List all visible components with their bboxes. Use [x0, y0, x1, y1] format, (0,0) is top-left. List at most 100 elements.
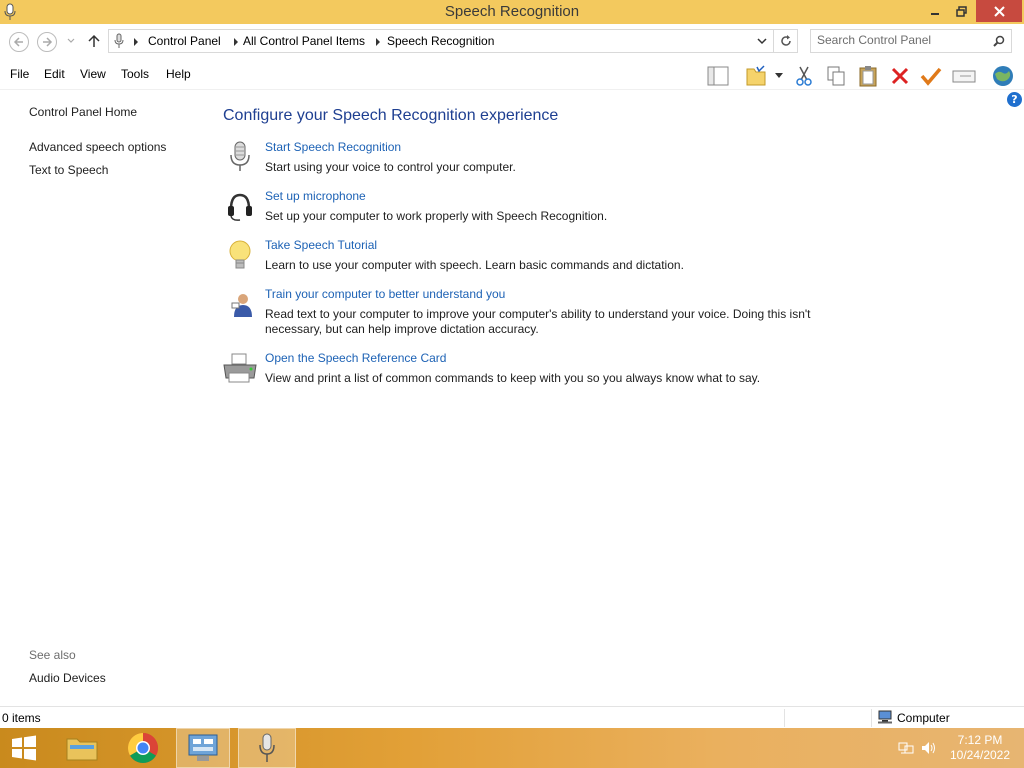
- system-clock[interactable]: 7:12 PM 10/24/2022: [940, 733, 1020, 763]
- search-input[interactable]: [817, 33, 987, 47]
- chevron-right-icon[interactable]: [133, 38, 139, 46]
- rename-icon: [952, 70, 976, 83]
- menu-help[interactable]: Help: [166, 67, 191, 81]
- address-row: Control Panel All Control Panel Items Sp…: [0, 24, 1024, 60]
- left-pane: Control Panel Home Advanced speech optio…: [0, 91, 210, 705]
- layout-pane-icon: [707, 66, 729, 86]
- restore-icon: [955, 5, 967, 17]
- refresh-button[interactable]: [774, 29, 798, 53]
- computer-icon: [878, 710, 892, 724]
- window-title: Speech Recognition: [444, 3, 580, 20]
- control-panel-home-link[interactable]: Control Panel Home: [29, 105, 137, 119]
- advanced-speech-options-link[interactable]: Advanced speech options: [29, 140, 166, 154]
- menu-edit[interactable]: Edit: [44, 67, 65, 81]
- back-button[interactable]: [9, 32, 29, 52]
- control-panel-taskbar-button[interactable]: [176, 728, 230, 768]
- item-count: 0 items: [2, 711, 41, 725]
- microphone-icon: [259, 733, 275, 762]
- audio-devices-link[interactable]: Audio Devices: [29, 671, 106, 685]
- search-box[interactable]: [810, 29, 1012, 53]
- page-heading: Configure your Speech Recognition experi…: [223, 107, 559, 124]
- breadcrumb-all-items[interactable]: All Control Panel Items: [243, 34, 365, 48]
- microphone-icon: [114, 33, 124, 48]
- chevron-down-icon[interactable]: [775, 73, 783, 79]
- chevron-right-icon[interactable]: [375, 38, 381, 46]
- clock-time: 7:12 PM: [957, 733, 1003, 747]
- task-speech-reference-card: Open the Speech Reference Card View and …: [222, 351, 822, 391]
- cut-button[interactable]: [791, 63, 817, 89]
- chevron-right-icon[interactable]: [233, 38, 239, 46]
- status-bar: 0 items Computer: [0, 706, 1024, 728]
- status-divider: [871, 709, 872, 727]
- globe-button[interactable]: [990, 63, 1016, 89]
- properties-check-icon: [920, 67, 942, 86]
- task-description: Start using your voice to control your c…: [265, 160, 516, 174]
- task-description: Set up your computer to work properly wi…: [265, 209, 608, 223]
- microphone-icon: [230, 141, 250, 171]
- volume-icon[interactable]: [921, 741, 937, 755]
- restore-button[interactable]: [948, 0, 974, 22]
- chevron-down-icon[interactable]: [757, 37, 767, 45]
- taskbar: 7:12 PM 10/24/2022: [0, 728, 1024, 768]
- minimize-button[interactable]: [922, 0, 948, 22]
- folder-options-button[interactable]: [743, 63, 769, 89]
- paste-button[interactable]: [855, 63, 881, 89]
- arrow-left-icon: [13, 37, 23, 47]
- cut-icon: [796, 66, 812, 86]
- layout-pane-button[interactable]: [705, 63, 731, 89]
- train-computer-link[interactable]: Train your computer to better understand…: [265, 287, 505, 301]
- start-speech-recognition-link[interactable]: Start Speech Recognition: [265, 140, 401, 154]
- task-set-up-microphone: Set up microphone Set up your computer t…: [222, 189, 822, 229]
- text-to-speech-link[interactable]: Text to Speech: [29, 163, 108, 177]
- clock-date: 10/24/2022: [949, 748, 1011, 762]
- delete-icon: [891, 67, 909, 85]
- menu-file[interactable]: File: [10, 67, 29, 81]
- user-training-icon: [231, 294, 252, 317]
- menu-bar: File Edit View Tools Help: [0, 60, 1024, 90]
- lightbulb-icon: [229, 240, 251, 269]
- address-bar[interactable]: Control Panel All Control Panel Items Sp…: [108, 29, 774, 53]
- recent-locations-chevron-icon[interactable]: [66, 37, 76, 45]
- paste-icon: [859, 66, 877, 87]
- breadcrumb-control-panel[interactable]: Control Panel: [148, 34, 221, 48]
- task-description: Learn to use your computer with speech. …: [265, 258, 684, 272]
- copy-button[interactable]: [823, 63, 849, 89]
- close-button[interactable]: [976, 0, 1022, 22]
- minimize-icon: [931, 13, 939, 15]
- folder-icon: [66, 738, 98, 761]
- folder-options-icon: [746, 65, 766, 86]
- search-icon[interactable]: [993, 35, 1005, 47]
- take-speech-tutorial-link[interactable]: Take Speech Tutorial: [265, 238, 377, 252]
- see-also-label: See also: [29, 648, 76, 662]
- globe-icon: [993, 66, 1013, 86]
- location-label: Computer: [897, 711, 950, 725]
- speech-reference-card-link[interactable]: Open the Speech Reference Card: [265, 351, 446, 365]
- file-explorer-taskbar-button[interactable]: [58, 728, 106, 768]
- start-button[interactable]: [0, 728, 48, 768]
- task-train-computer: Train your computer to better understand…: [222, 287, 822, 342]
- task-start-speech-recognition: Start Speech Recognition Start using you…: [222, 140, 822, 180]
- breadcrumb-speech-recognition[interactable]: Speech Recognition: [387, 34, 494, 48]
- up-arrow-icon[interactable]: [86, 33, 102, 49]
- task-description: Read text to your computer to improve yo…: [265, 307, 811, 336]
- arrow-right-icon: [43, 37, 53, 47]
- status-divider: [784, 709, 785, 727]
- title-bar: Speech Recognition: [0, 0, 1024, 24]
- delete-button[interactable]: [887, 63, 913, 89]
- network-icon[interactable]: [898, 741, 914, 755]
- chrome-icon: [127, 733, 159, 764]
- menu-tools[interactable]: Tools: [121, 67, 149, 81]
- forward-button[interactable]: [37, 32, 57, 52]
- task-description: View and print a list of common commands…: [265, 371, 761, 385]
- printer-icon: [223, 353, 257, 383]
- chrome-taskbar-button[interactable]: [118, 728, 168, 768]
- rename-button[interactable]: [951, 63, 977, 89]
- refresh-icon: [780, 35, 791, 46]
- help-icon[interactable]: ?: [1007, 92, 1022, 107]
- speech-recognition-taskbar-button[interactable]: [238, 728, 296, 768]
- menu-view[interactable]: View: [80, 67, 106, 81]
- properties-button[interactable]: [918, 63, 944, 89]
- set-up-microphone-link[interactable]: Set up microphone: [265, 189, 366, 203]
- close-icon: [993, 5, 1005, 17]
- task-take-speech-tutorial: Take Speech Tutorial Learn to use your c…: [222, 238, 822, 278]
